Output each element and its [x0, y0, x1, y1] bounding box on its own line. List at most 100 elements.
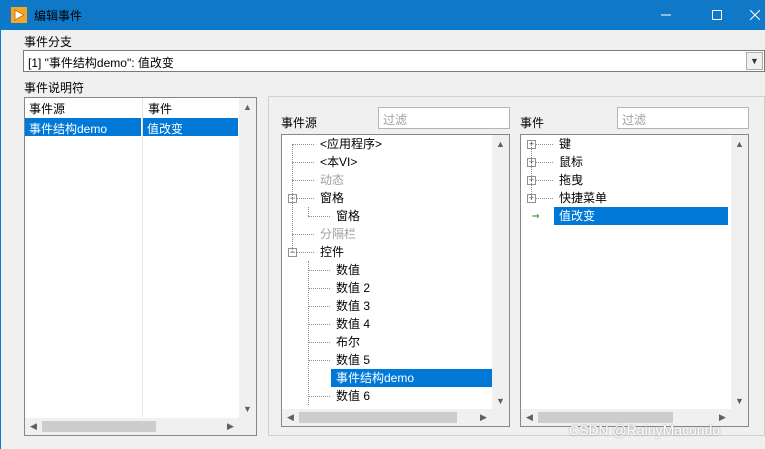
scroll-up-icon[interactable]: ▲	[239, 98, 256, 115]
event-branch-dropdown[interactable]: [1] "事件结构demo": 值改变 ▼	[23, 50, 765, 72]
tree-connector-line	[308, 216, 330, 217]
event-source-tree-item[interactable]: 事件结构demo	[331, 369, 492, 387]
event-source-tree-item[interactable]: 数值	[282, 261, 492, 279]
watermark: CSDN @RainyMacondo	[569, 422, 721, 438]
scroll-down-icon[interactable]: ▼	[492, 392, 509, 409]
tree-connector-line	[308, 207, 309, 216]
edit-events-dialog: 编辑事件 事件分支 [1] "事件结构demo": 值改变 ▼ 事件说明符 事件…	[0, 0, 765, 449]
event-source-tree-item[interactable]: 数值 5	[282, 351, 492, 369]
tree-connector-line	[292, 144, 314, 145]
event-label: 键	[559, 137, 572, 151]
close-icon	[750, 10, 760, 20]
column-header-event[interactable]: 事件	[144, 98, 238, 117]
event-tree-item[interactable]: ⇒ 值改变	[532, 207, 728, 225]
event-source-tree-item[interactable]: <本VI>	[282, 153, 492, 171]
event-source-tree-item[interactable]: 窗格	[282, 207, 492, 225]
event-source-label: <应用程序>	[320, 137, 383, 151]
event-source-label: 窗格	[320, 191, 345, 205]
events-label: 事件	[520, 116, 545, 130]
event-source-label: 数值	[336, 263, 361, 277]
event-tree-item[interactable]: + 鼠标	[521, 153, 728, 171]
event-source-label: 数值 4	[336, 317, 371, 331]
tree-connector-line	[292, 144, 293, 252]
event-tree-item[interactable]: + 键	[521, 135, 728, 153]
event-sources-label: 事件源	[281, 116, 318, 130]
event-source-label: 数值 2	[336, 281, 371, 295]
event-sources-filter-input[interactable]: 过滤	[378, 107, 510, 129]
maximize-icon	[712, 10, 722, 20]
chevron-down-icon[interactable]: ▼	[746, 52, 763, 70]
event-source-tree-item[interactable]: 分隔栏	[282, 225, 492, 243]
window-title: 编辑事件	[34, 9, 83, 23]
column-divider	[142, 98, 143, 417]
event-source-tree-item[interactable]: 布尔	[282, 333, 492, 351]
scroll-down-icon[interactable]: ▼	[731, 392, 748, 409]
arrow-right-icon: ⇒	[532, 211, 540, 221]
horizontal-scrollbar[interactable]: ◀ ▶	[25, 418, 239, 435]
tree-connector-line	[308, 306, 330, 307]
event-source-label: 控件	[320, 245, 345, 259]
event-branch-value: [1] "事件结构demo": 值改变	[28, 56, 174, 70]
event-selection-group: 事件源 过滤 <应用程序> <本VI> 动态 − 窗格 窗格 分隔栏 − 控件 数值 数值 2 数值 …	[268, 96, 765, 436]
event-source-label: 动态	[320, 173, 345, 187]
event-source-label: <本VI>	[320, 155, 358, 169]
event-specifiers-list[interactable]: 事件源 事件 事件结构demo 值改变 ▲ ▼ ◀ ▶	[24, 97, 257, 436]
event-source-tree-item[interactable]: − 窗格	[282, 189, 492, 207]
specifier-row-source[interactable]: 事件结构demo	[25, 118, 141, 136]
event-source-label: 事件结构demo	[336, 371, 415, 385]
tree-connector-line	[308, 360, 330, 361]
event-source-label: 数值 3	[336, 299, 371, 313]
tree-connector-line	[292, 234, 314, 235]
event-specifiers-label: 事件说明符	[24, 81, 85, 95]
tree-connector-line	[308, 324, 330, 325]
vertical-scrollbar[interactable]: ▲ ▼	[731, 135, 748, 409]
event-source-label: 数值 5	[336, 353, 371, 367]
vertical-scrollbar[interactable]: ▲ ▼	[492, 135, 509, 409]
minimize-button[interactable]	[643, 0, 689, 30]
scrollbar-thumb[interactable]	[42, 421, 156, 432]
events-tree[interactable]: + 键 + 鼠标 + 拖曳 + 快捷菜单 ⇒ 值改变 ▲ ▼ ◀ ▶	[520, 134, 749, 427]
title-bar: 编辑事件	[1, 0, 765, 30]
event-source-tree-item[interactable]: <应用程序>	[282, 135, 492, 153]
events-filter-input[interactable]: 过滤	[617, 107, 749, 129]
maximize-button[interactable]	[694, 0, 740, 30]
event-branch-label: 事件分支	[24, 35, 73, 49]
tree-connector-line	[531, 144, 532, 198]
event-source-label: 数值 6	[336, 389, 371, 403]
event-tree-item[interactable]: + 快捷菜单	[521, 189, 728, 207]
minimize-icon	[661, 14, 671, 16]
tree-connector-line	[292, 162, 314, 163]
tree-connector-line	[308, 261, 309, 405]
vertical-scrollbar[interactable]: ▲ ▼	[239, 98, 256, 418]
event-sources-tree[interactable]: <应用程序> <本VI> 动态 − 窗格 窗格 分隔栏 − 控件 数值 数值 2 数值 3 数值 4 布尔…	[281, 134, 510, 427]
scroll-down-icon[interactable]: ▼	[239, 400, 256, 417]
scroll-left-icon[interactable]: ◀	[25, 418, 42, 435]
event-source-tree-item[interactable]: 数值 2	[282, 279, 492, 297]
scrollbar-thumb[interactable]	[299, 412, 457, 423]
event-source-label: 布尔	[336, 335, 361, 349]
event-source-label: 分隔栏	[320, 227, 357, 241]
event-tree-item[interactable]: + 拖曳	[521, 171, 728, 189]
scroll-up-icon[interactable]: ▲	[731, 135, 748, 152]
tree-connector-line	[308, 270, 330, 271]
event-source-label: 窗格	[336, 209, 361, 223]
specifier-row-event[interactable]: 值改变	[143, 118, 238, 136]
event-source-tree-item[interactable]: 数值 3	[282, 297, 492, 315]
event-source-tree-item[interactable]: 动态	[282, 171, 492, 189]
scroll-right-icon[interactable]: ▶	[222, 418, 239, 435]
scrollbar-corner	[492, 409, 509, 426]
event-source-tree-item[interactable]: − 控件	[282, 243, 492, 261]
event-source-tree-item[interactable]: 数值 4	[282, 315, 492, 333]
scroll-left-icon[interactable]: ◀	[282, 409, 299, 426]
column-header-source[interactable]: 事件源	[25, 98, 143, 117]
event-label: 快捷菜单	[559, 191, 608, 205]
scroll-up-icon[interactable]: ▲	[492, 135, 509, 152]
scroll-left-icon[interactable]: ◀	[521, 409, 538, 426]
event-label: 鼠标	[559, 155, 584, 169]
horizontal-scrollbar[interactable]: ◀ ▶	[282, 409, 492, 426]
labview-arrow-icon	[11, 7, 27, 23]
close-button[interactable]	[743, 0, 765, 30]
event-source-tree-item[interactable]: 数值 6	[282, 387, 492, 405]
scrollbar-corner	[731, 409, 748, 426]
scroll-right-icon[interactable]: ▶	[475, 409, 492, 426]
